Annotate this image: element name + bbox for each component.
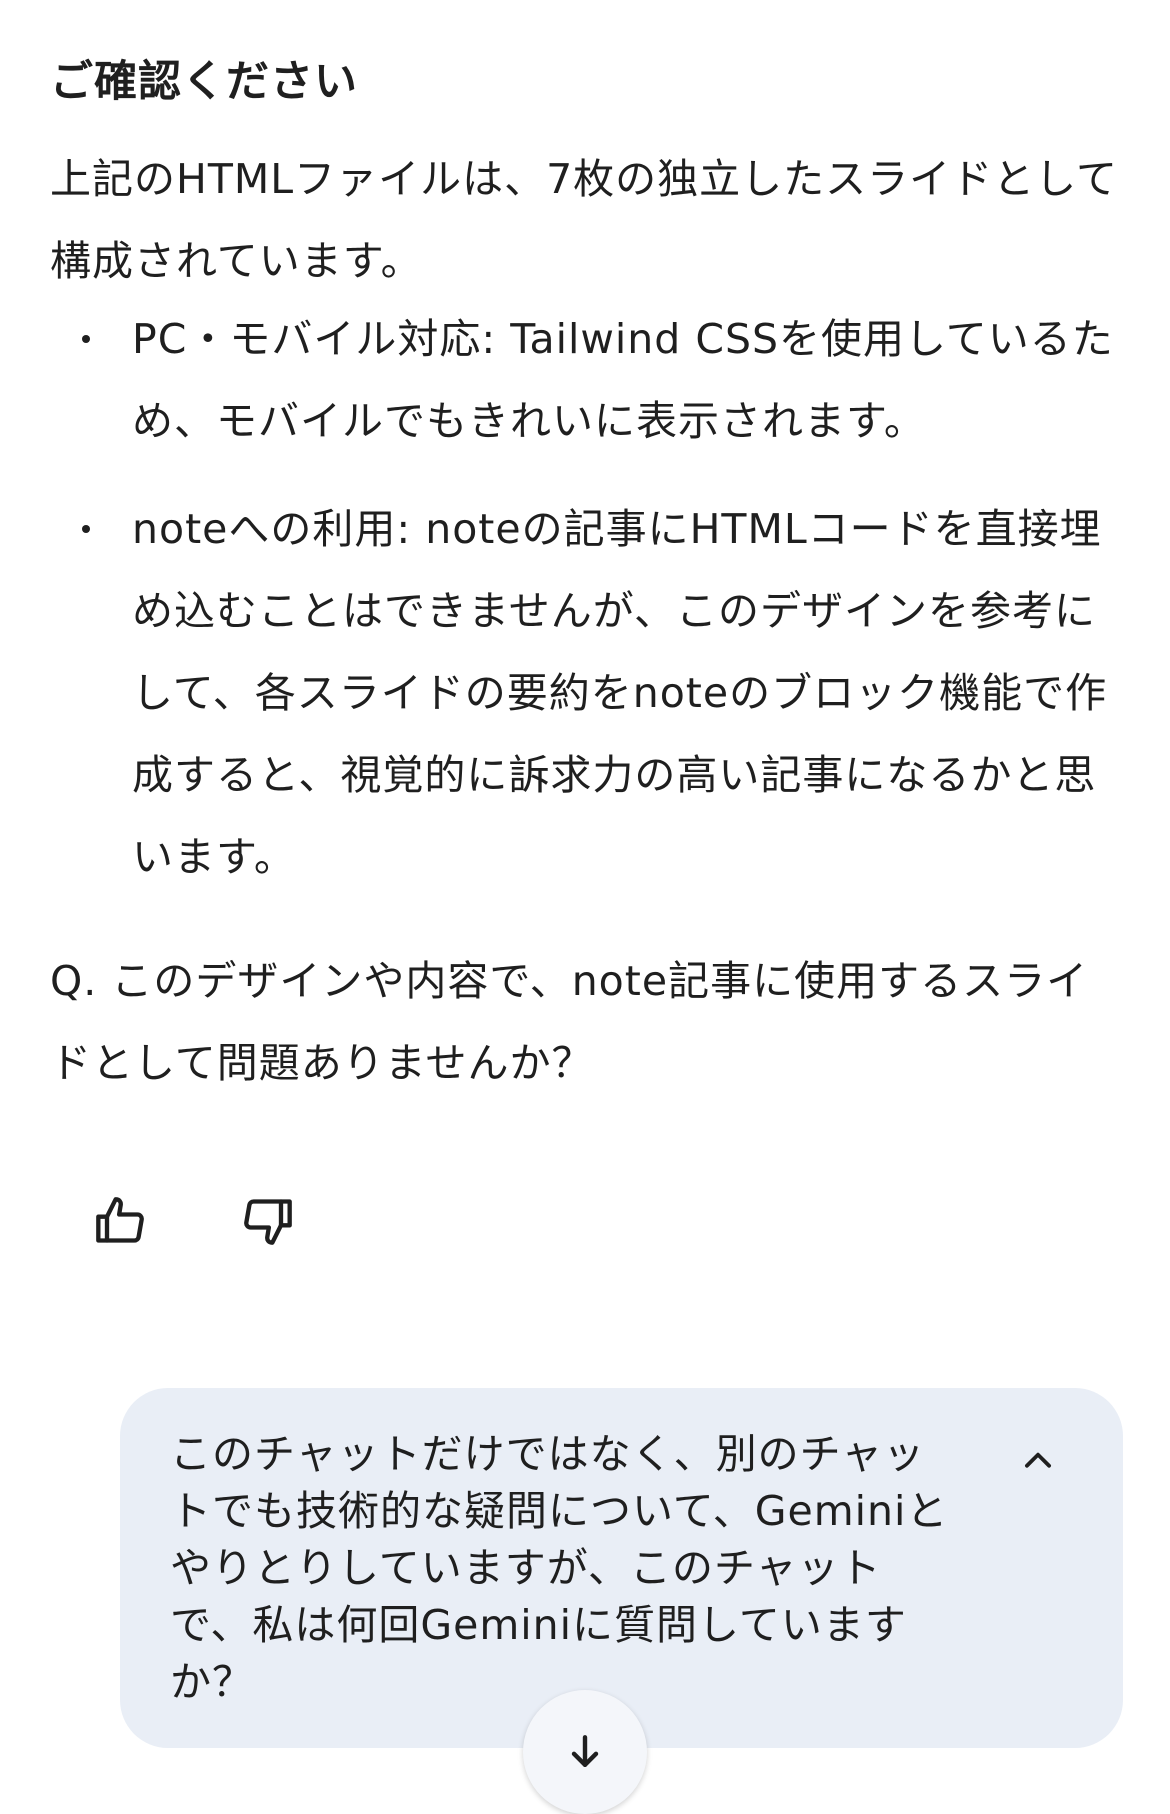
- list-item: PC・モバイル対応: Tailwind CSSを使用しているため、モバイルでもき…: [50, 298, 1130, 462]
- response-heading: ご確認ください: [50, 57, 358, 107]
- chevron-up-icon: [1025, 1452, 1051, 1468]
- dislike-button[interactable]: [240, 1193, 296, 1249]
- list-item: noteへの利用: noteの記事にHTMLコードを直接埋め込むことはできません…: [50, 488, 1130, 898]
- collapse-message-button[interactable]: [1013, 1436, 1063, 1486]
- bullet-dot-icon: [82, 525, 90, 533]
- scroll-to-bottom-button[interactable]: [523, 1690, 647, 1814]
- bullet-text: noteの記事にHTMLコードを直接埋め込むことはできませんが、このデザインを参…: [132, 505, 1108, 881]
- user-message-bubble: このチャットだけではなく、別のチャットでも技術的な疑問について、Geminiとや…: [120, 1388, 1123, 1748]
- like-button[interactable]: [92, 1193, 148, 1249]
- response-question: Q. このデザインや内容で、note記事に使用するスライドとして問題ありませんか…: [50, 957, 1089, 1087]
- feedback-bar: [92, 1193, 296, 1249]
- arrow-down-icon: [571, 1735, 599, 1768]
- bullet-title: PC・モバイル対応:: [132, 315, 497, 363]
- response-bullet-list: PC・モバイル対応: Tailwind CSSを使用しているため、モバイルでもき…: [50, 298, 1130, 898]
- bullet-title: noteへの利用:: [132, 505, 412, 553]
- thumb-down-icon: [244, 1199, 292, 1245]
- response-intro: 上記のHTMLファイルは、7枚の独立したスライドとして構成されています。: [50, 155, 1118, 285]
- bullet-dot-icon: [82, 335, 90, 343]
- thumb-up-icon: [96, 1197, 144, 1243]
- user-message-text: このチャットだけではなく、別のチャットでも技術的な疑問について、Geminiとや…: [170, 1430, 949, 1706]
